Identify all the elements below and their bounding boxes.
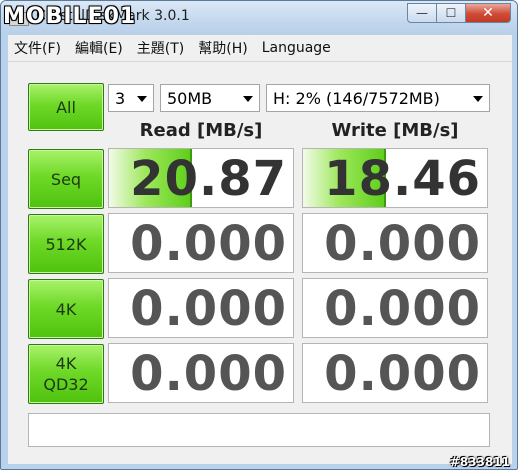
512k-read-value: 0.000 [130,216,287,272]
4k-read-value: 0.000 [130,281,287,337]
close-button[interactable]: ✕ [465,3,511,23]
read-header: Read [MB/s] [139,120,263,141]
512k-write-value: 0.000 [324,216,481,272]
seq-read-cell: 20.87 [108,148,294,208]
image-tag: #833811 [449,455,510,469]
menu-help[interactable]: 幫助(H) [192,38,253,58]
4k-write-value: 0.000 [324,281,481,337]
size-select[interactable]: 50MB [160,84,260,112]
chevron-down-icon [243,96,253,102]
4k-qd32-read-value: 0.000 [130,346,287,402]
write-header: Write [MB/s] [331,120,459,141]
menu-language[interactable]: Language [256,40,337,56]
menu-bar: 文件(F) 編輯(E) 主題(T) 幫助(H) Language [8,35,512,61]
4k-qd32-write-value: 0.000 [324,346,481,402]
4k-qd32-button[interactable]: 4K QD32 [28,344,104,404]
4k-button[interactable]: 4K [28,279,104,339]
menu-edit[interactable]: 編輯(E) [69,38,129,58]
runs-select[interactable]: 3 [108,84,154,112]
all-button[interactable]: All [28,83,104,131]
menu-file[interactable]: 文件(F) [8,38,67,58]
chevron-down-icon [137,96,147,102]
menu-theme[interactable]: 主題(T) [131,38,190,58]
status-bar [28,413,490,447]
4k-read-cell: 0.000 [108,278,294,338]
minimize-button[interactable]: — [407,3,437,23]
512k-button[interactable]: 512K [28,214,104,274]
seq-write-value: 18.46 [324,151,481,207]
main-panel: All 3 50MB H: 2% (146/7572MB) Read [MB/s… [8,61,512,464]
chevron-down-icon [473,96,483,102]
runs-value: 3 [115,88,126,108]
4k-write-cell: 0.000 [302,278,488,338]
maximize-button[interactable]: ☐ [436,3,466,23]
4k-qd32-write-cell: 0.000 [302,343,488,403]
drive-select[interactable]: H: 2% (146/7572MB) [266,84,490,112]
seq-read-value: 20.87 [130,151,287,207]
512k-write-cell: 0.000 [302,213,488,273]
title-bar[interactable]: CrystalDiskMark 3.0.1 MOBILE01 — ☐ ✕ [1,1,517,35]
drive-value: H: 2% (146/7572MB) [273,88,440,108]
512k-read-cell: 0.000 [108,213,294,273]
seq-write-cell: 18.46 [302,148,488,208]
app-window: CrystalDiskMark 3.0.1 MOBILE01 — ☐ ✕ 文件(… [0,0,518,470]
window-controls: — ☐ ✕ [407,3,511,23]
4k-qd32-read-cell: 0.000 [108,343,294,403]
size-value: 50MB [167,88,213,108]
watermark-logo: MOBILE01 [3,3,137,29]
seq-button[interactable]: Seq [28,149,104,209]
